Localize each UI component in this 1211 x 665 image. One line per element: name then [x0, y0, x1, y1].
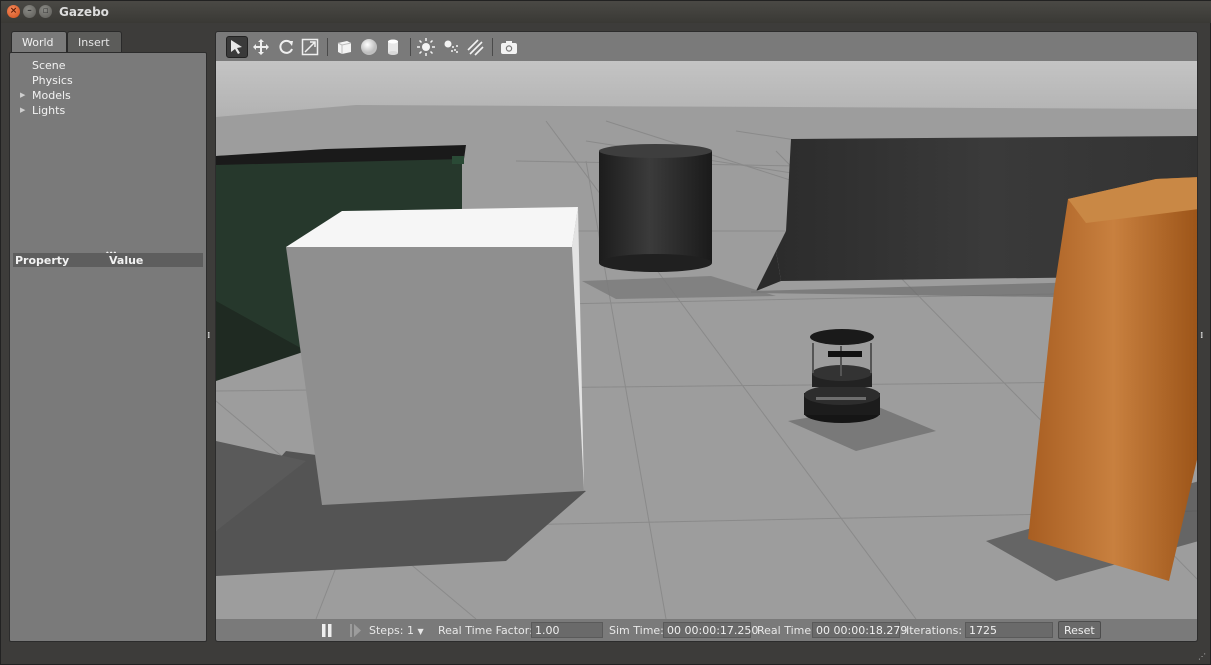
- box-shape-icon: [337, 41, 352, 54]
- tree-item-scene[interactable]: Scene: [32, 59, 66, 72]
- gazebo-window: × – ▫ Gazebo World Insert Scene Physics …: [0, 0, 1211, 665]
- rotate-mode-button[interactable]: [275, 36, 297, 58]
- property-table-header: Property Value: [13, 253, 203, 267]
- rotate-icon: [279, 39, 293, 54]
- tree-item-physics[interactable]: Physics: [32, 74, 73, 87]
- steps-spinbox[interactable]: 1 ▼: [407, 624, 424, 637]
- insert-directional-light-button[interactable]: [464, 36, 486, 58]
- window-maximize-button[interactable]: ▫: [39, 5, 52, 18]
- select-mode-button[interactable]: [226, 36, 248, 58]
- window-minimize-button[interactable]: –: [23, 5, 36, 18]
- reset-button[interactable]: Reset: [1058, 621, 1101, 639]
- toolbar-separator: [492, 38, 493, 56]
- pause-button[interactable]: [322, 624, 332, 637]
- toolbar-separator: [327, 38, 328, 56]
- tree-item-models[interactable]: ▶ Models: [20, 89, 71, 102]
- scale-mode-button[interactable]: [299, 36, 321, 58]
- sim-time-label: Sim Time:: [609, 624, 664, 637]
- chevron-down-icon: ▼: [417, 627, 424, 636]
- window-resize-grip[interactable]: ⋰: [1198, 652, 1206, 661]
- insert-point-light-button[interactable]: [415, 36, 437, 58]
- maximize-icon: ▫: [42, 6, 49, 16]
- left-panel-collapse-handle[interactable]: ⁞: [207, 331, 210, 341]
- steps-label: Steps:: [369, 624, 404, 637]
- white-box-model[interactable]: [286, 207, 584, 505]
- tab-insert[interactable]: Insert: [67, 31, 122, 53]
- step-forward-icon: [350, 624, 361, 637]
- window-title: Gazebo: [59, 5, 109, 19]
- sim-time-field: 00 00:00:17.250: [663, 622, 758, 638]
- scale-icon: [301, 38, 319, 56]
- simulation-status-bar: Steps: 1 ▼ Real Time Factor: 1.00 Sim Ti…: [215, 619, 1198, 642]
- real-time-factor-field: 1.00: [531, 622, 603, 638]
- real-time-label: Real Time:: [757, 624, 815, 637]
- select-arrow-icon: [231, 40, 242, 54]
- tree-item-label: Scene: [32, 59, 66, 72]
- tab-world[interactable]: World: [11, 31, 67, 53]
- step-button[interactable]: [350, 624, 362, 637]
- translate-mode-button[interactable]: [250, 36, 272, 58]
- steps-value: 1: [407, 624, 414, 637]
- insert-spot-light-button[interactable]: [440, 36, 462, 58]
- tree-item-lights[interactable]: ▶ Lights: [20, 104, 66, 117]
- sphere-shape-icon: [361, 39, 377, 55]
- iterations-field: 1725: [965, 622, 1053, 638]
- cylinder-shape-icon: [388, 39, 398, 55]
- expand-arrow-icon[interactable]: ▶: [20, 91, 25, 99]
- iterations-label: Iterations:: [906, 624, 963, 637]
- right-panel-collapse-handle[interactable]: ⁞: [1200, 331, 1203, 341]
- directional-light-icon: [467, 39, 484, 56]
- screenshot-camera-icon: [501, 41, 517, 54]
- close-icon: ×: [9, 6, 18, 16]
- property-column-header: Property: [15, 254, 70, 267]
- title-bar: × – ▫ Gazebo: [1, 1, 1211, 23]
- expand-arrow-icon[interactable]: ▶: [20, 106, 25, 114]
- insert-box-button[interactable]: [333, 36, 355, 58]
- minimize-icon: –: [27, 6, 32, 16]
- scene-render: [216, 61, 1197, 619]
- screenshot-button[interactable]: [498, 36, 520, 58]
- spot-light-icon: [444, 40, 458, 53]
- value-column-header: Value: [109, 254, 144, 267]
- insert-sphere-button[interactable]: [358, 36, 380, 58]
- real-time-factor-label: Real Time Factor:: [438, 624, 533, 637]
- window-close-button[interactable]: ×: [7, 5, 20, 18]
- main-toolbar: [215, 31, 1198, 61]
- tree-item-label: Models: [32, 89, 71, 102]
- insert-cylinder-button[interactable]: [382, 36, 404, 58]
- toolbar-separator: [410, 38, 411, 56]
- tree-item-label: Lights: [32, 104, 66, 117]
- point-light-icon: [417, 38, 435, 56]
- translate-icon: [253, 39, 269, 55]
- real-time-field: 00 00:00:18.279: [812, 622, 907, 638]
- tree-item-label: Physics: [32, 74, 73, 87]
- pause-icon: [322, 624, 332, 637]
- 3d-scene-viewport[interactable]: [215, 61, 1198, 619]
- world-panel: Scene Physics ▶ Models ▶ Lights ••• Prop…: [9, 52, 207, 642]
